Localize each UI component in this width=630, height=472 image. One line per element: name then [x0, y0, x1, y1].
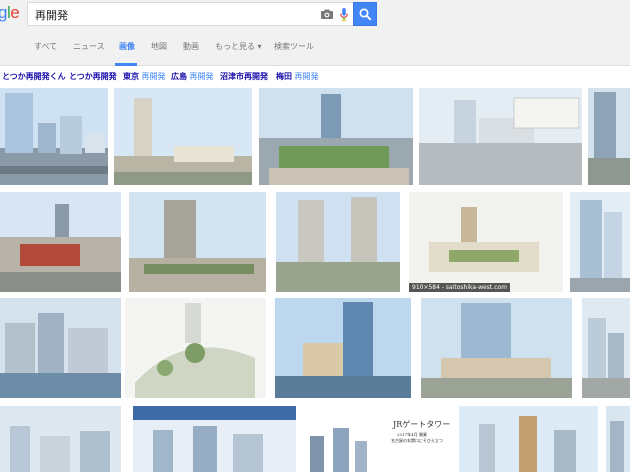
image-result[interactable]	[459, 406, 598, 472]
camera-icon[interactable]	[321, 9, 333, 19]
related-chip[interactable]: 梅田 再開発	[276, 71, 319, 82]
related-chip[interactable]: とつか再開発	[69, 71, 117, 82]
image-result[interactable]	[125, 298, 266, 398]
image-results-grid: 910×584 - saitoshika-west.com JRゲートタワー 2…	[0, 88, 630, 472]
tab-news[interactable]: ニュース	[73, 41, 105, 52]
image-result[interactable]	[259, 88, 413, 185]
tab-images[interactable]: 画像	[119, 41, 135, 52]
tab-search-tools[interactable]: 検索ツール	[274, 41, 314, 52]
google-logo[interactable]: gle	[0, 3, 20, 23]
related-chip[interactable]: 広島 再開発	[171, 71, 214, 82]
image-result[interactable]	[419, 88, 582, 185]
search-tabs: すべて ニュース 画像 地図 動画 もっと見る ▾ 検索ツール	[0, 37, 630, 66]
image-result[interactable]	[421, 298, 572, 398]
related-chip[interactable]: 沼津市再開発	[220, 71, 268, 82]
image-result[interactable]	[133, 406, 296, 472]
image-result[interactable]	[129, 192, 266, 292]
image-result[interactable]	[0, 88, 108, 185]
mic-icon[interactable]	[340, 8, 348, 21]
image-result[interactable]	[582, 298, 630, 398]
image-hover-caption: 910×584 - saitoshika-west.com	[409, 283, 511, 292]
image-result[interactable]	[0, 192, 121, 292]
search-button[interactable]	[353, 2, 377, 26]
jr-subtitle-2: 名古屋の玄関口にそびえ立つ	[391, 438, 443, 443]
image-result[interactable]: 910×584 - saitoshika-west.com	[409, 192, 563, 292]
related-chip[interactable]: 東京 再開発	[123, 71, 166, 82]
jr-title: JRゲートタワー	[393, 420, 451, 429]
image-result[interactable]	[114, 88, 252, 185]
image-result[interactable]	[570, 192, 630, 292]
image-result[interactable]: JRゲートタワー 2017年4月 開業 名古屋の玄関口にそびえ立つ	[305, 406, 454, 472]
image-result[interactable]	[275, 298, 411, 398]
image-result[interactable]	[0, 298, 121, 398]
search-icon	[359, 8, 372, 21]
image-result[interactable]	[0, 406, 121, 472]
search-input[interactable]: 再開発	[27, 2, 353, 26]
tab-more[interactable]: もっと見る ▾	[215, 41, 262, 52]
related-searches: とつか再開発くん とつか再開発 東京 再開発 広島 再開発 沼津市再開発 梅田 …	[0, 66, 630, 88]
search-query-text: 再開発	[35, 9, 68, 22]
tab-videos[interactable]: 動画	[183, 41, 199, 52]
related-chip[interactable]: とつか再開発くん	[2, 71, 66, 82]
search-header: gle 再開発 すべて ニュース 画像 地図 動画 もっと見る ▾ 検索ツール	[0, 0, 630, 66]
image-result[interactable]	[588, 88, 630, 185]
image-result[interactable]	[276, 192, 400, 292]
tab-maps[interactable]: 地図	[151, 41, 167, 52]
image-result[interactable]	[606, 406, 630, 472]
tab-all[interactable]: すべて	[34, 41, 57, 52]
